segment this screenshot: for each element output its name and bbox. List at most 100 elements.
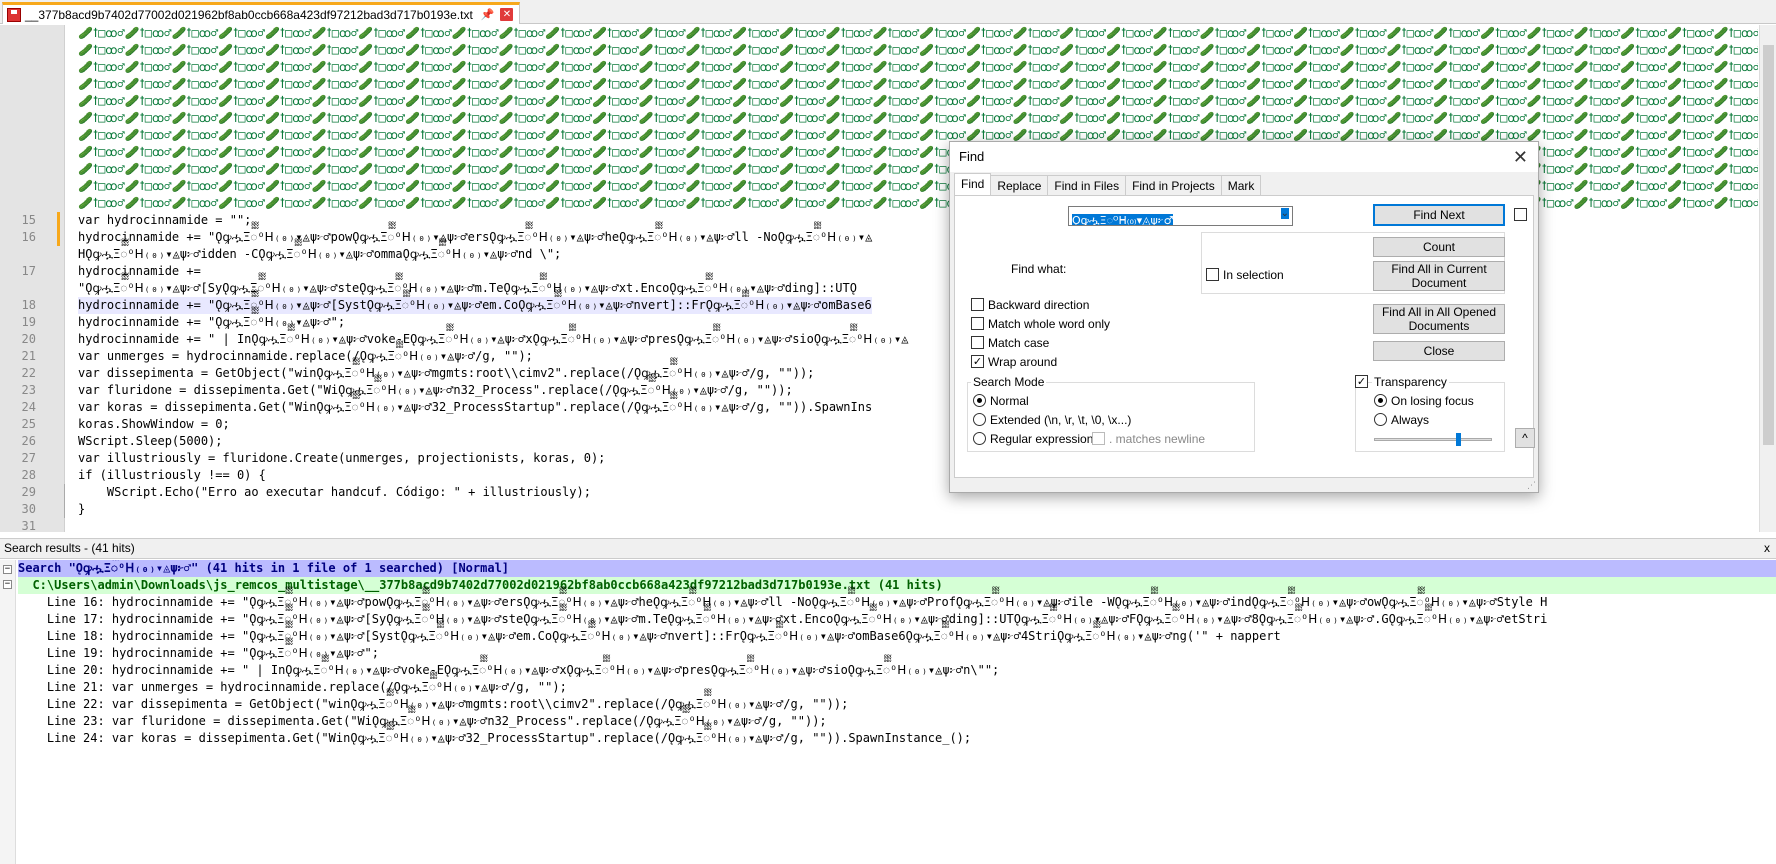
obfuscated-text-line: 🥒ꝉ□ꝏ♂🥒ꝉ□ꝏ♂🥒ꝉ□ꝏ♂🥒ꝉ□ꝏ♂🥒ꝉ□ꝏ♂🥒ꝉ□ꝏ♂🥒ꝉ□ꝏ♂🥒ꝉ□ꝏ♂…	[78, 60, 1758, 74]
result-row[interactable]: Line 17: hydrocinnamide += "ǪꝙሗΞᢆᴼᕼ₍₀₎▾◬…	[18, 611, 1547, 628]
line-number: 21	[21, 349, 36, 363]
search-results-header: Search results - (41 hits) x	[0, 538, 1776, 559]
tab-find[interactable]: Find	[954, 173, 992, 197]
code-line[interactable]: hydrocinnamide += "ǪꝙሗΞᢆᴼᕼ₍₀₎▾◬ψ፦♂";	[78, 314, 345, 331]
result-row[interactable]: Line 23: var fluridone = dissepimenta.Ge…	[18, 713, 827, 730]
find-dialog: Find ✕ Find Replace Find in Files Find i…	[949, 141, 1539, 493]
code-line[interactable]: WScript.Echo("Erro ao executar handcuf. …	[78, 484, 591, 501]
result-row[interactable]: Line 18: hydrocinnamide += "ǪꝙሗΞᢆᴼᕼ₍₀₎▾◬…	[18, 628, 1281, 645]
regex-radio[interactable]	[973, 432, 986, 445]
code-line[interactable]: hydrocinnamide += " | InǪꝙሗΞᢆᴼᕼ₍₀₎▾◬ψ፦♂v…	[78, 331, 908, 348]
code-line[interactable]: "ǪꝙሗΞᢆᴼᕼ₍₀₎▾◬ψ፦♂[SyǪꝙሗΞᢆᴼᕼ₍₀₎▾◬ψ፦♂steǪꝙሗ…	[78, 280, 857, 297]
transparency-checkbox[interactable]: ✓	[1355, 375, 1368, 388]
scrollbar-thumb[interactable]	[1763, 45, 1774, 445]
on-losing-focus-label: On losing focus	[1391, 394, 1474, 408]
tab-find-in-files[interactable]: Find in Files	[1047, 175, 1127, 196]
code-line[interactable]: if (illustriously !== 0) {	[78, 467, 266, 484]
find-what-label: Find what:	[1011, 262, 1067, 276]
transparency-title: Transparency	[1372, 375, 1449, 389]
code-line[interactable]: var koras = dissepimenta.Get("WinǪꝙሗΞᢆᴼᕼ…	[78, 399, 872, 416]
code-line[interactable]: var hydrocinnamide = "";	[78, 212, 251, 229]
extended-radio[interactable]	[973, 413, 986, 426]
line-number: 29	[21, 485, 36, 499]
find-all-current-button[interactable]: Find All in Current Document	[1373, 261, 1505, 291]
code-line[interactable]: hydrocinnamide +=	[78, 263, 201, 280]
close-button[interactable]: Close	[1373, 341, 1505, 361]
backward-direction-label: Backward direction	[988, 298, 1090, 312]
match-whole-word-checkbox[interactable]	[971, 317, 984, 330]
find-next-button[interactable]: Find Next	[1373, 204, 1505, 226]
code-line[interactable]: var illustriously = fluridone.Create(unm…	[78, 450, 605, 467]
line-number: 19	[21, 315, 36, 329]
code-line[interactable]: hydrocinnamide += "ǪꝙሗΞᢆᴼᕼ₍₀₎▾◬ψ፦♂powǪꝙሗ…	[78, 229, 872, 246]
obfuscated-text-line: 🥒ꝉ□ꝏ♂🥒ꝉ□ꝏ♂🥒ꝉ□ꝏ♂🥒ꝉ□ꝏ♂🥒ꝉ□ꝏ♂🥒ꝉ□ꝏ♂🥒ꝉ□ꝏ♂🥒ꝉ□ꝏ♂…	[78, 111, 1758, 125]
find-what-value: ǪꝙሗΞᢆᴼᕼ₍₀₎▾◬ψ፦♂	[1072, 214, 1174, 226]
line-number: 15	[21, 213, 36, 227]
line-number: 26	[21, 434, 36, 448]
tab-replace[interactable]: Replace	[990, 175, 1049, 196]
search-summary-line[interactable]: Search "ǪꝙሗΞᢆᴼᕼ₍₀₎▾◬ψ፦♂" (41 hits in 1 f…	[18, 560, 1776, 577]
chevron-down-icon[interactable]: ⌄	[1280, 208, 1289, 219]
code-line[interactable]: hydrocinnamide += "ǪꝙሗΞᢆᴼᕼ₍₀₎▾◬ψ፦♂[SystǪ…	[78, 297, 872, 314]
match-case-checkbox[interactable]	[971, 336, 984, 349]
code-line[interactable]: var unmerges = hydrocinnamide.replace(/Ǫ…	[78, 348, 533, 365]
on-losing-focus-radio[interactable]	[1374, 394, 1387, 407]
code-line[interactable]: var dissepimenta = GetObject("winǪꝙሗΞᢆᴼᕼ…	[78, 365, 814, 382]
file-hit-line[interactable]: C:\Users\admin\Downloads\js_remcos_multi…	[18, 577, 1776, 594]
count-button[interactable]: Count	[1373, 237, 1505, 257]
pin-icon[interactable]: 📌	[481, 8, 495, 21]
find-next-option-checkbox[interactable]	[1514, 208, 1527, 221]
find-all-opened-button[interactable]: Find All in All Opened Documents	[1373, 304, 1505, 334]
wrap-around-checkbox[interactable]: ✓	[971, 355, 984, 368]
fold-line	[64, 484, 65, 518]
close-tab-icon[interactable]: ✕	[500, 8, 514, 21]
fold-toggle-icon[interactable]: −	[3, 580, 12, 589]
collapse-dialog-button[interactable]: ^	[1515, 428, 1535, 448]
tab-mark[interactable]: Mark	[1220, 175, 1262, 196]
vertical-scrollbar[interactable]	[1759, 25, 1776, 532]
close-dialog-icon[interactable]: ✕	[1513, 142, 1528, 172]
result-row[interactable]: Line 20: hydrocinnamide += " | InǪꝙሗΞᢆᴼᕼ…	[18, 662, 999, 679]
line-number-gutter: 15 16 17 18 19 20 21 22 23 24 25 26 27 28 29 30 31	[0, 25, 65, 532]
always-radio[interactable]	[1374, 413, 1387, 426]
result-row[interactable]: Line 16: hydrocinnamide += "ǪꝙሗΞᢆᴼᕼ₍₀₎▾◬…	[18, 594, 1547, 611]
transparency-slider[interactable]	[1374, 433, 1492, 446]
code-line[interactable]: WScript.Sleep(5000);	[78, 433, 223, 450]
close-results-icon[interactable]: x	[1764, 539, 1770, 558]
in-selection-checkbox[interactable]	[1206, 268, 1219, 281]
results-gutter	[0, 560, 16, 864]
code-line[interactable]: }	[78, 501, 85, 518]
code-line[interactable]: var fluridone = dissepimenta.Get("WiǪꝙሗΞ…	[78, 382, 793, 399]
find-dialog-tabs: Find Replace Find in Files Find in Proje…	[954, 173, 1262, 197]
normal-radio[interactable]	[973, 394, 986, 407]
code-line[interactable]: HǪꝙሗΞᢆᴼᕼ₍₀₎▾◬ψ፦♂idden -CǪꝙሗΞᢆᴼᕼ₍₀₎▾◬ψ፦♂o…	[78, 246, 561, 263]
find-what-input[interactable]: ǪꝙሗΞᢆᴼᕼ₍₀₎▾◬ψ፦♂ ⌄	[1068, 206, 1293, 226]
in-selection-label: In selection	[1223, 268, 1284, 282]
modified-line-marker	[57, 212, 60, 229]
wrap-around-label: Wrap around	[988, 355, 1058, 369]
line-number: 27	[21, 451, 36, 465]
fold-toggle-icon[interactable]: −	[3, 565, 12, 574]
document-tab-title: __377b8acd9b7402d77002d021962bf8ab0ccb66…	[25, 7, 473, 22]
unsaved-file-icon	[7, 7, 21, 22]
find-dialog-titlebar[interactable]: Find ✕	[950, 142, 1538, 172]
matches-newline-checkbox[interactable]	[1092, 432, 1105, 445]
search-results-panel[interactable]: − − Search "ǪꝙሗΞᢆᴼᕼ₍₀₎▾◬ψ፦♂" (41 hits in…	[0, 560, 1776, 864]
obfuscated-text-line: 🥒ꝉ□ꝏ♂🥒ꝉ□ꝏ♂🥒ꝉ□ꝏ♂🥒ꝉ□ꝏ♂🥒ꝉ□ꝏ♂🥒ꝉ□ꝏ♂🥒ꝉ□ꝏ♂🥒ꝉ□ꝏ♂…	[78, 26, 1758, 40]
extended-label: Extended (\n, \r, \t, \0, \x...)	[990, 413, 1132, 427]
backward-direction-checkbox[interactable]	[971, 298, 984, 311]
result-row[interactable]: Line 19: hydrocinnamide += "ǪꝙሗΞᢆᴼᕼ₍₀₎▾◬…	[18, 645, 379, 662]
code-line[interactable]: koras.ShowWindow = 0;	[78, 416, 230, 433]
result-row[interactable]: Line 22: var dissepimenta = GetObject("w…	[18, 696, 848, 713]
slider-knob[interactable]	[1456, 433, 1461, 446]
line-number: 16	[21, 230, 36, 244]
document-tab[interactable]: __377b8acd9b7402d77002d021962bf8ab0ccb66…	[2, 2, 521, 24]
resize-grip-icon[interactable]: ⋰	[1527, 481, 1537, 491]
modified-line-marker	[57, 229, 60, 246]
line-number: 22	[21, 366, 36, 380]
tab-find-in-projects[interactable]: Find in Projects	[1125, 175, 1222, 196]
result-row[interactable]: Line 24: var koras = dissepimenta.Get("W…	[18, 730, 971, 747]
result-row[interactable]: Line 21: var unmerges = hydrocinnamide.r…	[18, 679, 567, 696]
find-dialog-title: Find	[959, 149, 985, 164]
match-whole-word-label: Match whole word only	[988, 317, 1111, 331]
